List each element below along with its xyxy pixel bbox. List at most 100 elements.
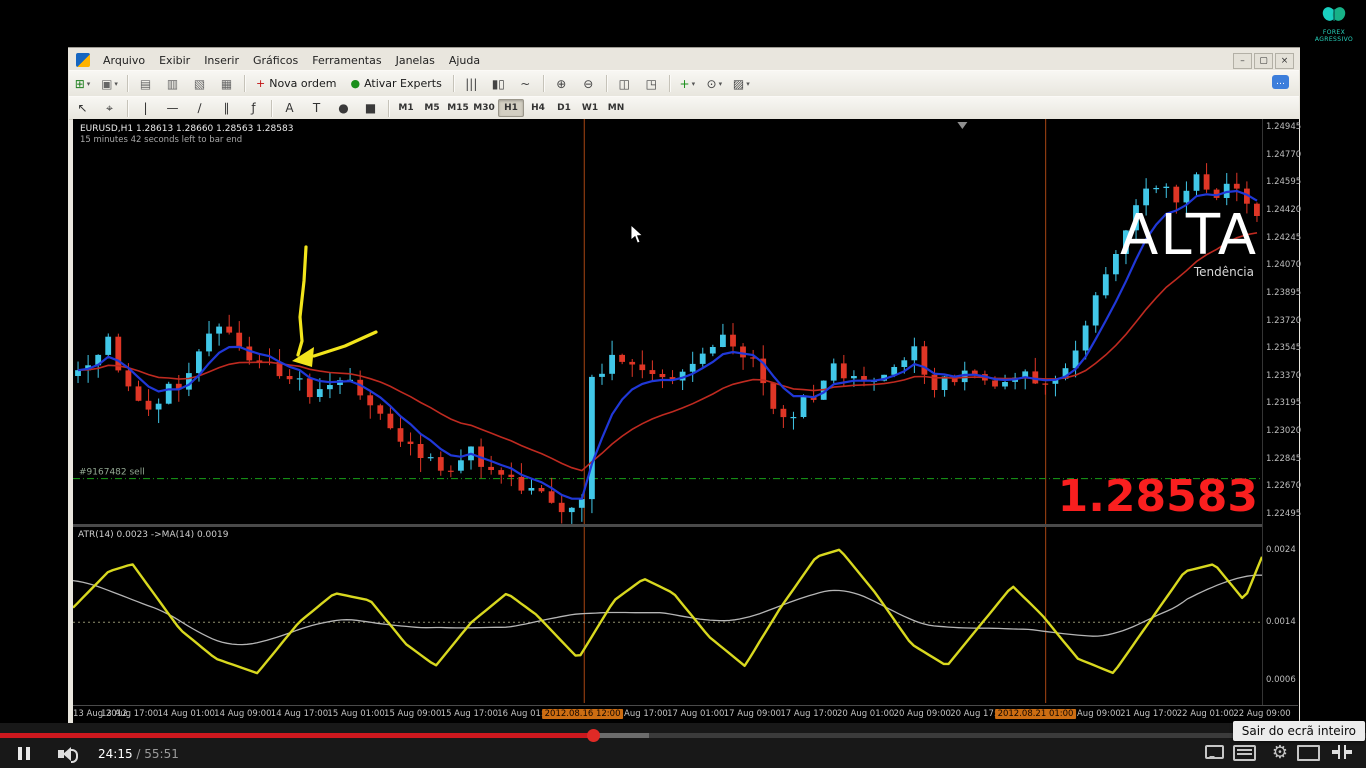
timeframe-d1[interactable]: D1	[552, 100, 576, 116]
candlestick-button[interactable]: ▮▯	[486, 74, 511, 93]
tile-windows-button[interactable]: ◫	[612, 74, 637, 93]
theater-mode-icon[interactable]	[1297, 745, 1320, 761]
market-watch-icon: ▤	[140, 78, 151, 90]
new-chart-button[interactable]: ⊞▾	[70, 74, 95, 93]
new-order-button[interactable]: +Nova ordem	[250, 74, 342, 93]
navigator-button[interactable]: ▧	[187, 74, 212, 93]
fibonacci-button[interactable]: ƒ	[241, 99, 266, 118]
ellipse-button[interactable]: ●	[331, 99, 356, 118]
time-axis-highlight: 2012.08.21 01:00	[995, 709, 1077, 719]
timeframe-w1[interactable]: W1	[578, 100, 602, 116]
periods-button[interactable]: ⊙▾	[702, 74, 727, 93]
timeframe-mn[interactable]: MN	[604, 100, 628, 116]
text-label-button[interactable]: T	[304, 99, 329, 118]
cascade-windows-button[interactable]: ◳	[639, 74, 664, 93]
equidistant-channel-icon: ∥	[224, 102, 230, 114]
price-axis: 1.249451.247701.245951.244201.242451.240…	[1262, 119, 1299, 722]
menu-exibir[interactable]: Exibir	[152, 53, 197, 68]
trendline-button[interactable]: ∕	[187, 99, 212, 118]
data-window-button[interactable]: ▥	[160, 74, 185, 93]
vertical-line-icon: |	[143, 102, 147, 114]
rectangle-icon: ■	[365, 102, 376, 114]
indicators-icon: +	[680, 78, 690, 90]
time-axis-label: 22 Aug 01:00	[1177, 709, 1234, 719]
dropdown-arrow-icon: ▾	[692, 80, 696, 88]
indicators-button[interactable]: +▾	[675, 74, 700, 93]
terminal-button[interactable]: ▦	[214, 74, 239, 93]
timeframe-m15[interactable]: M15	[446, 100, 470, 116]
current-price-display: 1.28583	[1058, 471, 1258, 522]
cursor-button[interactable]: ↖	[70, 99, 95, 118]
dropdown-arrow-icon: ▾	[87, 80, 91, 88]
toolbar-separator	[453, 75, 454, 92]
menu-items: ArquivoExibirInserirGráficosFerramentasJ…	[96, 53, 487, 68]
toolbar-separator	[669, 75, 670, 92]
toolbar-separator	[388, 100, 389, 117]
window-buttons: –▢×	[1233, 53, 1294, 69]
templates-button[interactable]: ▨▾	[729, 74, 754, 93]
toolbar-separator	[543, 75, 544, 92]
timeframe-m30[interactable]: M30	[472, 100, 496, 116]
window-restore-button[interactable]: ▢	[1254, 53, 1273, 69]
window-close-button[interactable]: ×	[1275, 53, 1294, 69]
profiles-icon: ▣	[101, 78, 112, 90]
toolbar-separator	[244, 75, 245, 92]
time-axis: 13 Aug 201213 Aug 17:0014 Aug 01:0014 Au…	[73, 705, 1298, 723]
new-order-icon: +	[256, 78, 265, 89]
dropdown-arrow-icon: ▾	[719, 80, 723, 88]
indicator-chart[interactable]	[73, 527, 1262, 703]
text-icon: A	[285, 102, 293, 114]
price-axis-label: 1.23895	[1266, 288, 1301, 298]
bar-chart-button[interactable]: |||	[459, 74, 484, 93]
settings-gear-icon[interactable]: ⚙	[1272, 742, 1288, 763]
menu-janelas[interactable]: Janelas	[389, 53, 442, 68]
time-axis-highlight: 2012.08.16 12:00	[542, 709, 624, 719]
vertical-line-button[interactable]: |	[133, 99, 158, 118]
captions-icon[interactable]	[1233, 745, 1256, 761]
pause-button[interactable]	[18, 747, 30, 760]
timeframe-h4[interactable]: H4	[526, 100, 550, 116]
toolbar-standard: ⊞▾▣▾▤▥▧▦+Nova ordem●Ativar Experts|||▮▯~…	[69, 70, 1299, 97]
volume-button[interactable]	[58, 746, 84, 762]
time-axis-label: 15 Aug 01:00	[327, 709, 384, 719]
annotations-icon[interactable]	[1205, 745, 1224, 759]
time-display: 24:15 / 55:51	[98, 747, 179, 761]
market-watch-button[interactable]: ▤	[133, 74, 158, 93]
crosshair-button[interactable]: ⌖	[97, 99, 122, 118]
cascade-windows-icon: ◳	[646, 78, 657, 90]
video-frame[interactable]: ArquivoExibirInserirGráficosFerramentasJ…	[68, 47, 1300, 724]
main-chart[interactable]: #9167482 sell	[73, 119, 1262, 524]
timeframe-m1[interactable]: M1	[394, 100, 418, 116]
menu-inserir[interactable]: Inserir	[197, 53, 246, 68]
time-axis-label: 22 Aug 09:00	[1233, 709, 1290, 719]
window-minimize-button[interactable]: –	[1233, 53, 1252, 69]
dropdown-arrow-icon: ▾	[114, 80, 118, 88]
zoom-out-button[interactable]: ⊖	[576, 74, 601, 93]
timeframe-h1[interactable]: H1	[498, 99, 524, 117]
channel-logo: FOREX AGRESSIVO	[1306, 6, 1362, 43]
time-axis-label: 21 Aug 17:00	[1120, 709, 1177, 719]
fullscreen-tooltip: Sair do ecrã inteiro	[1233, 721, 1365, 741]
price-axis-label: 1.23195	[1266, 398, 1301, 408]
menu-ajuda[interactable]: Ajuda	[442, 53, 487, 68]
community-icon[interactable]: …	[1272, 75, 1289, 89]
menu-ferramentas[interactable]: Ferramentas	[305, 53, 388, 68]
rectangle-button[interactable]: ■	[358, 99, 383, 118]
horizontal-line-button[interactable]: —	[160, 99, 185, 118]
menu-arquivo[interactable]: Arquivo	[96, 53, 152, 68]
channel-logo-text: FOREX AGRESSIVO	[1306, 29, 1362, 43]
time-axis-label: 20 Aug 01:00	[837, 709, 894, 719]
zoom-in-button[interactable]: ⊕	[549, 74, 574, 93]
equidistant-channel-button[interactable]: ∥	[214, 99, 239, 118]
line-chart-button[interactable]: ~	[513, 74, 538, 93]
profiles-button[interactable]: ▣▾	[97, 74, 122, 93]
player-controls: 24:15 / 55:51 ⚙	[0, 723, 1366, 768]
fibonacci-icon: ƒ	[251, 102, 255, 114]
text-button[interactable]: A	[277, 99, 302, 118]
timeframe-m5[interactable]: M5	[420, 100, 444, 116]
fullscreen-exit-icon[interactable]	[1332, 745, 1352, 759]
dropdown-arrow-icon: ▾	[746, 80, 750, 88]
expert-advisors-button[interactable]: ●Ativar Experts	[344, 74, 447, 93]
price-axis-label: 1.23370	[1266, 371, 1301, 381]
menu-graficos[interactable]: Gráficos	[246, 53, 305, 68]
